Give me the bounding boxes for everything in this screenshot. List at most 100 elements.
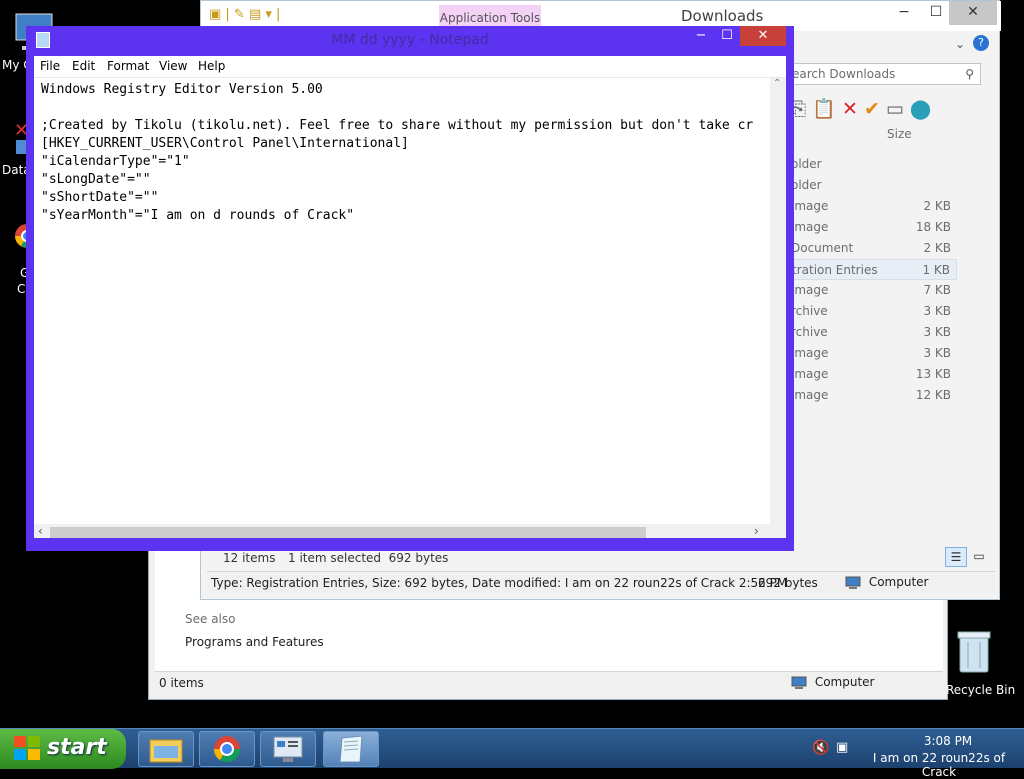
close-button[interactable]: ✕ bbox=[740, 26, 786, 46]
item-type: image bbox=[791, 367, 829, 381]
clock-time: 3:08 PM bbox=[923, 734, 973, 748]
list-item[interactable]: image 13 KB bbox=[791, 364, 957, 385]
chrome-icon bbox=[213, 736, 241, 763]
item-type: image bbox=[791, 220, 829, 234]
list-item[interactable]: image 3 KB bbox=[791, 343, 957, 364]
item-type: image bbox=[791, 346, 829, 360]
list-item[interactable]: rchive 3 KB bbox=[791, 301, 957, 322]
programs-and-features-link[interactable]: Programs and Features bbox=[185, 635, 324, 649]
start-button[interactable]: start bbox=[0, 729, 126, 769]
search-placeholder: earch Downloads bbox=[792, 67, 896, 81]
notepad-window[interactable]: MM dd yyyy - Notepad − ☐ ✕ File Edit For… bbox=[26, 26, 794, 551]
network-icon[interactable]: ▣ bbox=[836, 740, 848, 755]
properties-icon[interactable]: ▭ bbox=[886, 98, 904, 120]
control-panel-icon bbox=[273, 736, 303, 762]
list-item[interactable]: image 18 KB bbox=[791, 217, 957, 238]
vertical-scrollbar[interactable]: ⌃ bbox=[770, 78, 786, 524]
item-size: 1 KB bbox=[922, 263, 950, 277]
menu-view[interactable]: View bbox=[159, 59, 187, 73]
search-input[interactable]: earch Downloads ⚲ bbox=[785, 63, 981, 85]
taskbar-chrome[interactable] bbox=[199, 731, 255, 767]
ribbon-icons: ⎘ 📋 ✕ ✔ ▭ ⬤ bbox=[791, 97, 931, 120]
window-title: Downloads bbox=[681, 7, 764, 25]
item-size: 3 KB bbox=[923, 304, 951, 318]
menu-format[interactable]: Format bbox=[107, 59, 149, 73]
desktop-icon-label: Recycle Bin bbox=[946, 683, 1016, 697]
item-size: 7 KB bbox=[923, 283, 951, 297]
item-size: 13 KB bbox=[915, 367, 951, 381]
item-type: rchive bbox=[791, 304, 828, 318]
minimize-button[interactable]: − bbox=[688, 26, 714, 46]
desktop-icon-label-2: C bbox=[17, 282, 26, 296]
menu-file[interactable]: File bbox=[40, 59, 60, 73]
item-type: older bbox=[791, 178, 822, 192]
horizontal-scrollbar[interactable]: ‹ › bbox=[34, 524, 786, 538]
globe-icon[interactable]: ⬤ bbox=[910, 98, 931, 120]
item-type: image bbox=[791, 388, 829, 402]
items-count: 12 items bbox=[223, 551, 276, 565]
menu-edit[interactable]: Edit bbox=[72, 59, 95, 73]
item-type: image bbox=[791, 199, 829, 213]
editor-content[interactable]: Windows Registry Editor Version 5.00 ;Cr… bbox=[41, 81, 769, 521]
taskbar: start 🔇 ▣ 3:08 PM I am on 22 roun22s of … bbox=[0, 728, 1024, 779]
taskbar-control-panel[interactable] bbox=[260, 731, 316, 767]
desktop-icon-recycle-bin[interactable]: Recycle Bin bbox=[944, 630, 1016, 700]
computer-icon bbox=[845, 576, 861, 589]
see-also-heading: See also bbox=[185, 612, 236, 626]
control-panel-status-bar: 0 items Computer bbox=[155, 671, 943, 695]
list-item[interactable]: image 2 KB bbox=[791, 196, 957, 217]
large-icons-view-icon[interactable]: ▭ bbox=[969, 547, 989, 567]
list-item[interactable]: image 7 KB bbox=[791, 280, 957, 301]
details-view-icon[interactable]: ☰ bbox=[945, 547, 967, 567]
maximize-button[interactable]: ☐ bbox=[921, 1, 951, 25]
item-type: image bbox=[791, 283, 829, 297]
item-type: tration Entries bbox=[792, 263, 878, 277]
chevron-up-icon[interactable]: ⌃ bbox=[773, 78, 781, 89]
list-item-selected[interactable]: tration Entries 1 KB bbox=[791, 259, 957, 280]
status-details: Type: Registration Entries, Size: 692 by… bbox=[211, 576, 788, 590]
notepad-icon bbox=[339, 735, 363, 763]
chevron-right-icon[interactable]: › bbox=[754, 524, 759, 538]
clock-date: I am on 22 roun22s of Crack bbox=[872, 751, 1006, 779]
column-header-size[interactable]: Size bbox=[887, 127, 912, 141]
system-clock[interactable]: 3:08 PM I am on 22 roun22s of Crack bbox=[864, 734, 1014, 779]
delete-icon[interactable]: ✕ bbox=[842, 98, 858, 120]
status-size: 692 bytes bbox=[758, 576, 818, 590]
item-type: rchive bbox=[791, 325, 828, 339]
volume-muted-icon[interactable]: 🔇 bbox=[812, 740, 829, 756]
maximize-button[interactable]: ☐ bbox=[714, 26, 740, 46]
item-size: 2 KB bbox=[923, 241, 951, 255]
search-icon: ⚲ bbox=[965, 67, 974, 81]
help-icon[interactable]: ? bbox=[973, 35, 989, 51]
status-items-count: 0 items bbox=[159, 676, 204, 690]
paste-icon[interactable]: 📋 bbox=[812, 98, 836, 120]
rename-icon[interactable]: ✔ bbox=[864, 98, 880, 120]
downloads-status-bar: Type: Registration Entries, Size: 692 by… bbox=[207, 571, 995, 593]
list-item[interactable]: older bbox=[791, 154, 957, 175]
status-location: Computer bbox=[814, 675, 875, 689]
item-size: 12 KB bbox=[915, 388, 951, 402]
close-button[interactable]: ✕ bbox=[949, 1, 997, 25]
chevron-down-icon[interactable]: ⌄ bbox=[955, 37, 965, 51]
scrollbar-thumb[interactable] bbox=[50, 527, 646, 538]
list-item[interactable]: image 12 KB bbox=[791, 385, 957, 406]
text-area[interactable]: Windows Registry Editor Version 5.00 ;Cr… bbox=[34, 78, 786, 538]
status-computer: Computer bbox=[791, 675, 874, 690]
status-location: Computer bbox=[868, 575, 929, 589]
menu-help[interactable]: Help bbox=[198, 59, 225, 73]
status-computer: Computer bbox=[845, 575, 928, 590]
list-item[interactable]: older bbox=[791, 175, 957, 196]
item-size: 2 KB bbox=[923, 199, 951, 213]
file-explorer-icon bbox=[149, 739, 183, 763]
list-item[interactable]: Document 2 KB bbox=[791, 238, 957, 259]
taskbar-file-explorer[interactable] bbox=[138, 731, 194, 767]
list-item[interactable]: rchive 3 KB bbox=[791, 322, 957, 343]
selection-info: 1 item selected 692 bytes bbox=[288, 551, 449, 565]
item-type: older bbox=[791, 157, 822, 171]
item-size: 3 KB bbox=[923, 325, 951, 339]
item-size: 3 KB bbox=[923, 346, 951, 360]
chevron-left-icon[interactable]: ‹ bbox=[38, 524, 43, 538]
minimize-button[interactable]: − bbox=[889, 1, 919, 25]
menu-bar: File Edit Format View Help bbox=[34, 56, 786, 78]
taskbar-notepad[interactable] bbox=[323, 731, 379, 767]
